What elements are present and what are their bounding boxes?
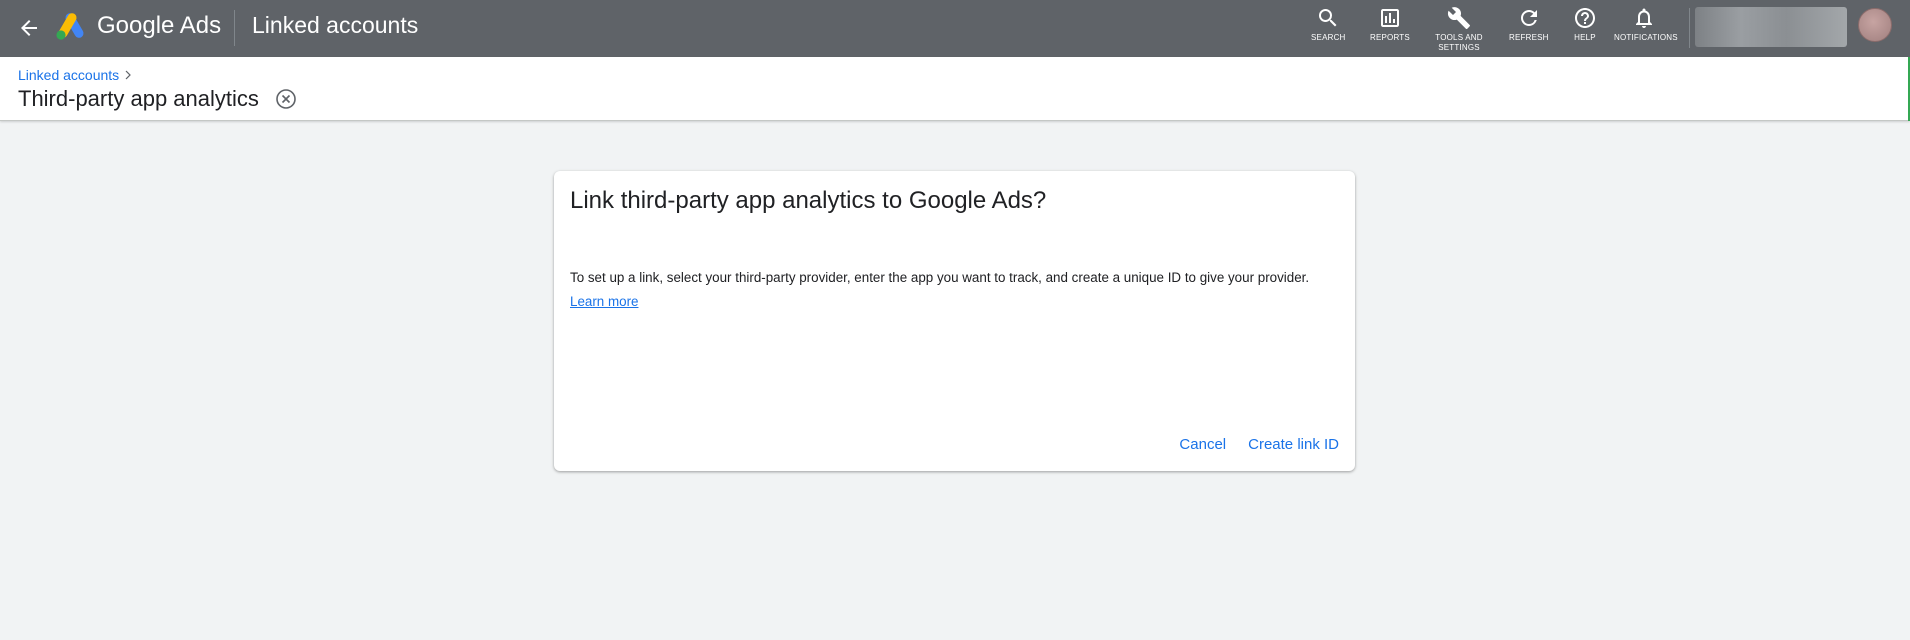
dialog-body: To set up a link, select your third-part…: [570, 266, 1345, 314]
tool-label: HELP: [1574, 33, 1596, 42]
section-title: Linked accounts: [252, 12, 419, 38]
help-button[interactable]: HELP: [1573, 6, 1597, 43]
google-ads-logo-icon[interactable]: [55, 11, 87, 41]
notifications-button[interactable]: NOTIFICATIONS: [1614, 6, 1678, 43]
breadcrumb: Linked accounts: [18, 67, 133, 83]
reports-button[interactable]: REPORTS: [1370, 6, 1410, 43]
tool-label: NOTIFICATIONS: [1614, 33, 1678, 42]
wrench-icon: [1447, 7, 1470, 29]
avatar[interactable]: [1858, 8, 1892, 42]
breadcrumb-linked-accounts-link[interactable]: Linked accounts: [18, 67, 119, 83]
top-app-bar: Google Ads Linked accounts SEARCH REPORT…: [0, 0, 1910, 57]
tool-label: TOOLS AND SETTINGS: [1435, 33, 1483, 52]
create-link-id-button[interactable]: Create link ID: [1248, 434, 1339, 455]
link-analytics-dialog: Link third-party app analytics to Google…: [554, 171, 1355, 471]
brand-name: Google Ads: [97, 12, 222, 39]
page-title: Third-party app analytics: [18, 86, 259, 111]
tools-and-settings-button[interactable]: TOOLS AND SETTINGS: [1433, 6, 1485, 53]
divider: [234, 10, 235, 46]
divider: [1689, 8, 1690, 48]
tool-label: SEARCH: [1311, 33, 1346, 42]
chevron-right-icon: [125, 70, 132, 80]
learn-more-link[interactable]: Learn more: [570, 294, 638, 309]
search-button[interactable]: SEARCH: [1311, 6, 1346, 43]
bell-icon: [1636, 8, 1652, 28]
dialog-title: Link third-party app analytics to Google…: [570, 187, 1047, 214]
dialog-actions: Cancel Create link ID: [1179, 434, 1339, 455]
refresh-button[interactable]: REFRESH: [1509, 6, 1549, 43]
search-icon: [1319, 9, 1337, 27]
refresh-icon: [1520, 9, 1537, 26]
close-circle-icon[interactable]: [275, 88, 297, 110]
account-switcher[interactable]: [1695, 7, 1847, 47]
cancel-button[interactable]: Cancel: [1179, 434, 1226, 455]
page-header: Linked accounts Third-party app analytic…: [0, 57, 1910, 121]
tool-label: REPORTS: [1370, 33, 1410, 42]
reports-icon: [1380, 9, 1399, 27]
help-icon: [1575, 8, 1595, 28]
dialog-body-text: To set up a link, select your third-part…: [570, 270, 1310, 285]
tool-label: REFRESH: [1509, 33, 1549, 42]
back-arrow-icon[interactable]: [14, 13, 44, 43]
